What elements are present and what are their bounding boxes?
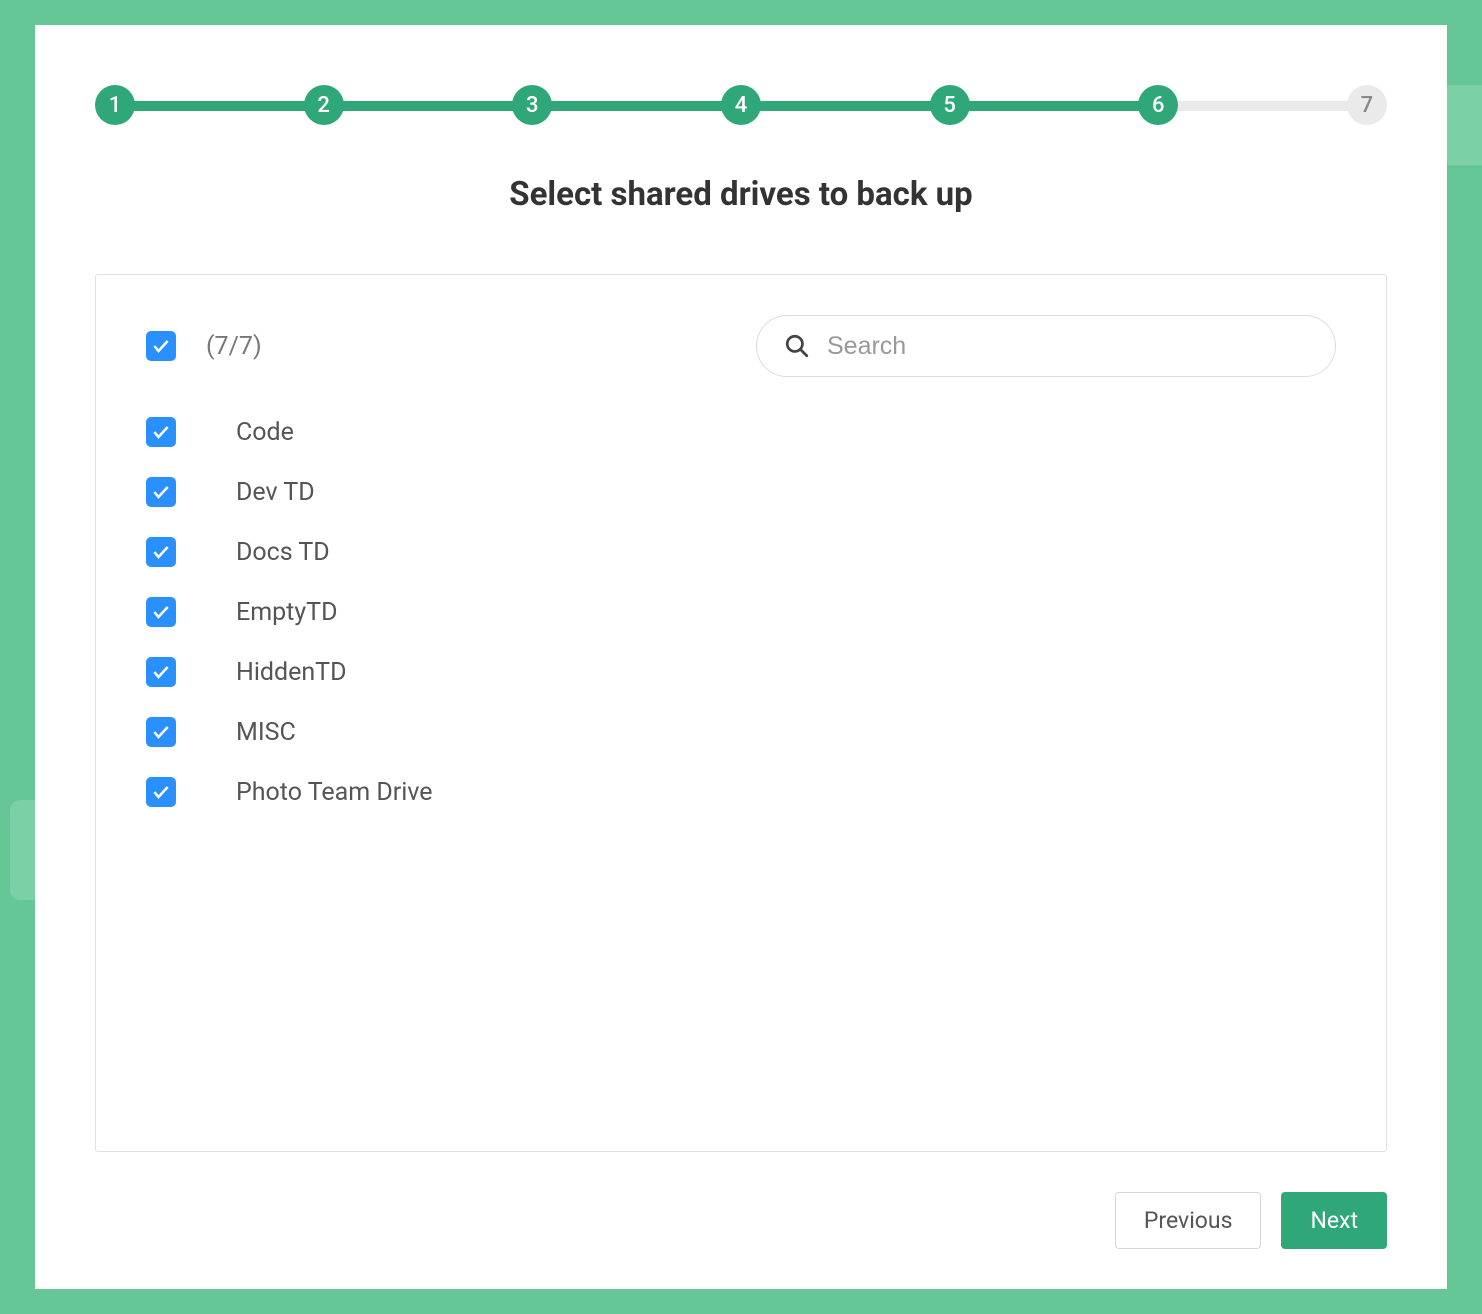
- search-input[interactable]: [756, 315, 1336, 377]
- stepper-step-5[interactable]: 5: [930, 85, 970, 125]
- drive-checkbox[interactable]: [146, 417, 176, 447]
- stepper-step-6[interactable]: 6: [1138, 85, 1178, 125]
- next-button[interactable]: Next: [1281, 1192, 1387, 1249]
- content-box: (7/7) Code Dev TD Docs TD EmptyTD HiddenTD MI…: [95, 274, 1387, 1152]
- previous-button[interactable]: Previous: [1115, 1192, 1262, 1249]
- drive-label: HiddenTD: [236, 658, 347, 687]
- drive-row: Photo Team Drive: [146, 777, 1336, 807]
- select-all-checkbox[interactable]: [146, 331, 176, 361]
- footer-buttons: Previous Next: [95, 1192, 1387, 1249]
- stepper-step-2[interactable]: 2: [304, 85, 344, 125]
- check-icon: [151, 602, 171, 622]
- drive-checkbox[interactable]: [146, 597, 176, 627]
- drive-row: Dev TD: [146, 477, 1336, 507]
- check-icon: [151, 482, 171, 502]
- drive-checkbox[interactable]: [146, 537, 176, 567]
- content-header: (7/7): [146, 315, 1336, 377]
- check-icon: [151, 542, 171, 562]
- drive-checkbox[interactable]: [146, 657, 176, 687]
- drive-row: Code: [146, 417, 1336, 447]
- check-icon: [151, 722, 171, 742]
- drive-label: EmptyTD: [236, 598, 338, 627]
- drive-checkbox[interactable]: [146, 477, 176, 507]
- drive-label: Docs TD: [236, 538, 330, 567]
- drive-list: Code Dev TD Docs TD EmptyTD HiddenTD MISC Phot…: [146, 417, 1336, 807]
- search-icon: [784, 333, 810, 359]
- drive-row: MISC: [146, 717, 1336, 747]
- stepper-step-4[interactable]: 4: [721, 85, 761, 125]
- drive-label: Code: [236, 418, 294, 447]
- select-all-group: (7/7): [146, 331, 262, 361]
- drive-label: MISC: [236, 718, 296, 747]
- drive-label: Dev TD: [236, 478, 315, 507]
- search-wrapper: [756, 315, 1336, 377]
- drive-checkbox[interactable]: [146, 777, 176, 807]
- drive-row: Docs TD: [146, 537, 1336, 567]
- drive-row: EmptyTD: [146, 597, 1336, 627]
- stepper-step-1[interactable]: 1: [95, 85, 135, 125]
- check-icon: [151, 782, 171, 802]
- drive-label: Photo Team Drive: [236, 778, 433, 807]
- drive-checkbox[interactable]: [146, 717, 176, 747]
- page-title: Select shared drives to back up: [95, 175, 1387, 214]
- check-icon: [151, 336, 171, 356]
- stepper-step-3[interactable]: 3: [512, 85, 552, 125]
- stepper-step-7[interactable]: 7: [1347, 85, 1387, 125]
- drive-row: HiddenTD: [146, 657, 1336, 687]
- selection-count: (7/7): [206, 332, 262, 361]
- main-panel: 1234567 Select shared drives to back up …: [35, 25, 1447, 1289]
- check-icon: [151, 662, 171, 682]
- check-icon: [151, 422, 171, 442]
- stepper: 1 2 3 4 5 6 7: [95, 85, 1387, 125]
